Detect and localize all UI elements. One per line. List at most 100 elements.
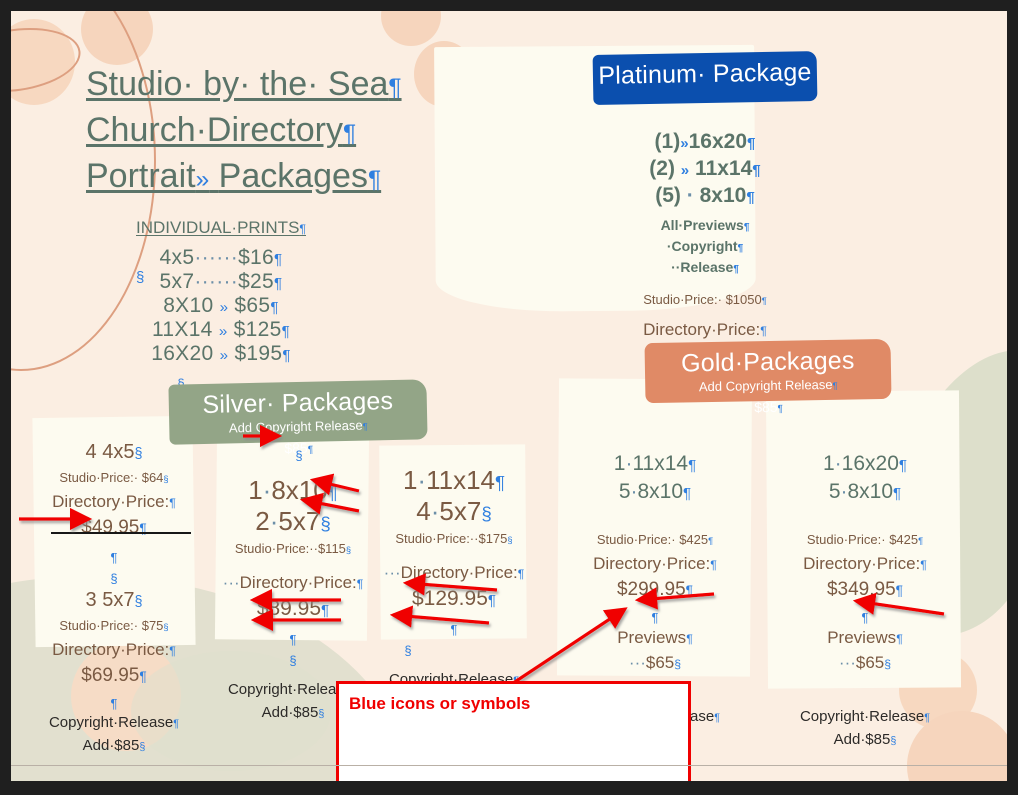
pilcrow-icon: ¶ xyxy=(896,632,903,646)
silver-3-size-row: 4·5x7§ xyxy=(416,496,492,526)
gold-card-2-content: 1·16x20¶ 5·8x10¶ Studio·Price:· $425¶ Di… xyxy=(766,451,964,752)
section-mark-icon: § xyxy=(163,622,169,632)
page-title-line-2: Church·Directory¶ xyxy=(86,111,357,149)
section-mark-icon: § xyxy=(295,448,303,463)
pilcrow-icon: ¶ xyxy=(920,558,927,572)
print-row: 8X10 » $65¶ xyxy=(163,294,279,317)
section-mark-icon: § xyxy=(890,735,897,747)
platinum-size-row: (5) · 8x10¶ xyxy=(655,184,755,207)
platinum-size-row: (2) » 11x14¶ xyxy=(649,157,761,180)
gold-1-directory-price: $299.95¶ xyxy=(616,579,694,600)
pilcrow-icon: ¶ xyxy=(708,536,714,546)
double-angle-icon: » xyxy=(680,162,690,179)
gold-2-studio-price: Studio·Price:· $425¶ xyxy=(806,532,924,547)
gold-2-previews-label: Previews¶ xyxy=(827,628,903,647)
pilcrow-icon: ¶ xyxy=(169,644,176,658)
section-mark-icon: § xyxy=(674,657,682,671)
silver-3-studio-price: Studio·Price:··$175§ xyxy=(395,531,513,546)
pilcrow-icon: ¶ xyxy=(110,550,118,565)
gold-1-size-row: 1·11x14¶ xyxy=(613,452,697,475)
silver-2-directory-price: $89.95¶ xyxy=(256,597,330,620)
silver-1-size-row-b: 3 5x7§ xyxy=(85,589,143,611)
silver-1-copyright-line-1: Copyright·Release¶ xyxy=(48,714,180,731)
pilcrow-icon: ¶ xyxy=(714,712,721,724)
silver-1-copyright-line-2: Add·$85§ xyxy=(82,737,146,754)
section-mark-icon: § xyxy=(139,741,146,753)
pilcrow-icon: ¶ xyxy=(327,482,338,503)
callout-box[interactable]: Blue icons or symbols xyxy=(336,681,691,781)
silver-card-3-content: 1·11x14¶ 4·5x7§ Studio·Price:··$175§ ···… xyxy=(378,466,530,715)
page-title-line-1: Studio· by· the· Sea¶ xyxy=(86,65,402,103)
pilcrow-icon: ¶ xyxy=(733,264,739,275)
pilcrow-icon: ¶ xyxy=(683,485,692,502)
pilcrow-icon: ¶ xyxy=(388,74,402,101)
pilcrow-icon: ¶ xyxy=(918,536,924,546)
document-canvas[interactable]: Studio· by· the· Sea¶ Church·Directory¶ … xyxy=(11,11,1007,781)
platinum-content: (1)»16x20¶ (2) » 11x14¶ (5) · 8x10¶ All·… xyxy=(585,129,825,368)
gold-2-copyright-line-2: Add·$85§ xyxy=(833,731,897,748)
silver-1-directory-label-a: Directory·Price:¶ xyxy=(52,492,176,511)
pilcrow-icon: ¶ xyxy=(321,602,330,619)
section-mark-icon: § xyxy=(507,535,513,545)
print-row: 11X14 » $125¶ xyxy=(152,318,290,341)
platinum-note-line: ·Copyright¶ xyxy=(666,238,744,254)
pilcrow-icon: ¶ xyxy=(270,299,279,316)
pilcrow-icon: ¶ xyxy=(342,120,357,147)
pilcrow-icon: ¶ xyxy=(517,567,525,581)
platinum-directory-label: Directory·Price:¶ xyxy=(643,320,767,339)
gold-1-previews-label: Previews¶ xyxy=(617,628,693,647)
section-mark-icon: § xyxy=(320,513,331,534)
gold-banner[interactable]: Gold·Packages Add Copyright Release¶ $85… xyxy=(644,338,892,415)
platinum-studio-price: Studio·Price:· $1050¶ xyxy=(643,292,767,307)
gold-1-directory-label: Directory·Price:¶ xyxy=(593,554,717,573)
silver-2-studio-price: Studio·Price:··$115§ xyxy=(234,541,352,556)
print-row: 4x5······$16¶ xyxy=(159,246,283,269)
gold-2-directory-label: Directory·Price:¶ xyxy=(803,554,927,573)
section-mark-icon: § xyxy=(318,708,325,720)
pilcrow-icon: ¶ xyxy=(761,296,767,306)
silver-1-directory-price-a: $49.95¶ xyxy=(81,517,147,538)
section-mark-icon: § xyxy=(345,545,352,555)
section-mark-icon: § xyxy=(134,594,143,610)
pilcrow-icon: ¶ xyxy=(495,472,506,493)
pilcrow-icon: ¶ xyxy=(895,583,904,598)
pilcrow-icon: ¶ xyxy=(356,577,364,591)
section-mark-icon: § xyxy=(163,474,169,484)
pilcrow-icon: ¶ xyxy=(169,496,176,510)
gold-1-size-row: 5·8x10¶ xyxy=(618,480,692,503)
double-angle-icon: » xyxy=(219,347,229,364)
gold-banner-price: $85¶ xyxy=(754,398,784,416)
section-mark-icon: § xyxy=(884,657,892,671)
pilcrow-icon: ¶ xyxy=(173,718,180,730)
pilcrow-icon: ¶ xyxy=(685,583,694,598)
pilcrow-icon: ¶ xyxy=(746,189,755,206)
gold-2-copyright-line-1: Copyright·Release¶ xyxy=(799,708,931,725)
pilcrow-icon: ¶ xyxy=(893,485,902,502)
pilcrow-icon: ¶ xyxy=(139,669,147,684)
pilcrow-icon: ¶ xyxy=(861,610,869,625)
silver-3-directory-price: $129.95¶ xyxy=(411,587,497,610)
silver-3-size-row: 1·11x14¶ xyxy=(402,465,506,495)
gold-2-previews-price: ···$65§ xyxy=(838,653,892,672)
section-mark-icon: § xyxy=(481,503,492,524)
silver-banner[interactable]: Silver· Packages Add Copyright Release¶ … xyxy=(168,379,428,456)
platinum-banner[interactable]: Platinum· Package xyxy=(592,51,818,105)
pilcrow-icon: ¶ xyxy=(737,243,744,254)
double-angle-icon: » xyxy=(680,135,689,152)
silver-1-studio-price-b: Studio·Price:· $75§ xyxy=(59,618,169,633)
pilcrow-icon: ¶ xyxy=(651,610,659,625)
pilcrow-icon: ¶ xyxy=(686,632,693,646)
pilcrow-icon: ¶ xyxy=(281,323,290,340)
individual-prints-title: INDIVIDUAL·PRINTS¶ xyxy=(136,218,306,237)
silver-2-directory-label: ···Directory·Price:¶ xyxy=(222,573,364,592)
section-mark-icon: § xyxy=(404,643,412,658)
callout-text: Blue icons or symbols xyxy=(349,694,531,713)
screenshot-root: Studio· by· the· Sea¶ Church·Directory¶ … xyxy=(0,0,1018,795)
pilcrow-icon: ¶ xyxy=(710,558,717,572)
pilcrow-icon: ¶ xyxy=(487,592,497,609)
double-angle-icon: » xyxy=(218,323,228,340)
platinum-note-line: ··Release¶ xyxy=(671,259,739,275)
pilcrow-icon: ¶ xyxy=(760,324,767,338)
gold-banner-title: Gold·Packages xyxy=(680,346,855,378)
silver-2-size-row: 1·8x10¶ xyxy=(248,475,338,505)
